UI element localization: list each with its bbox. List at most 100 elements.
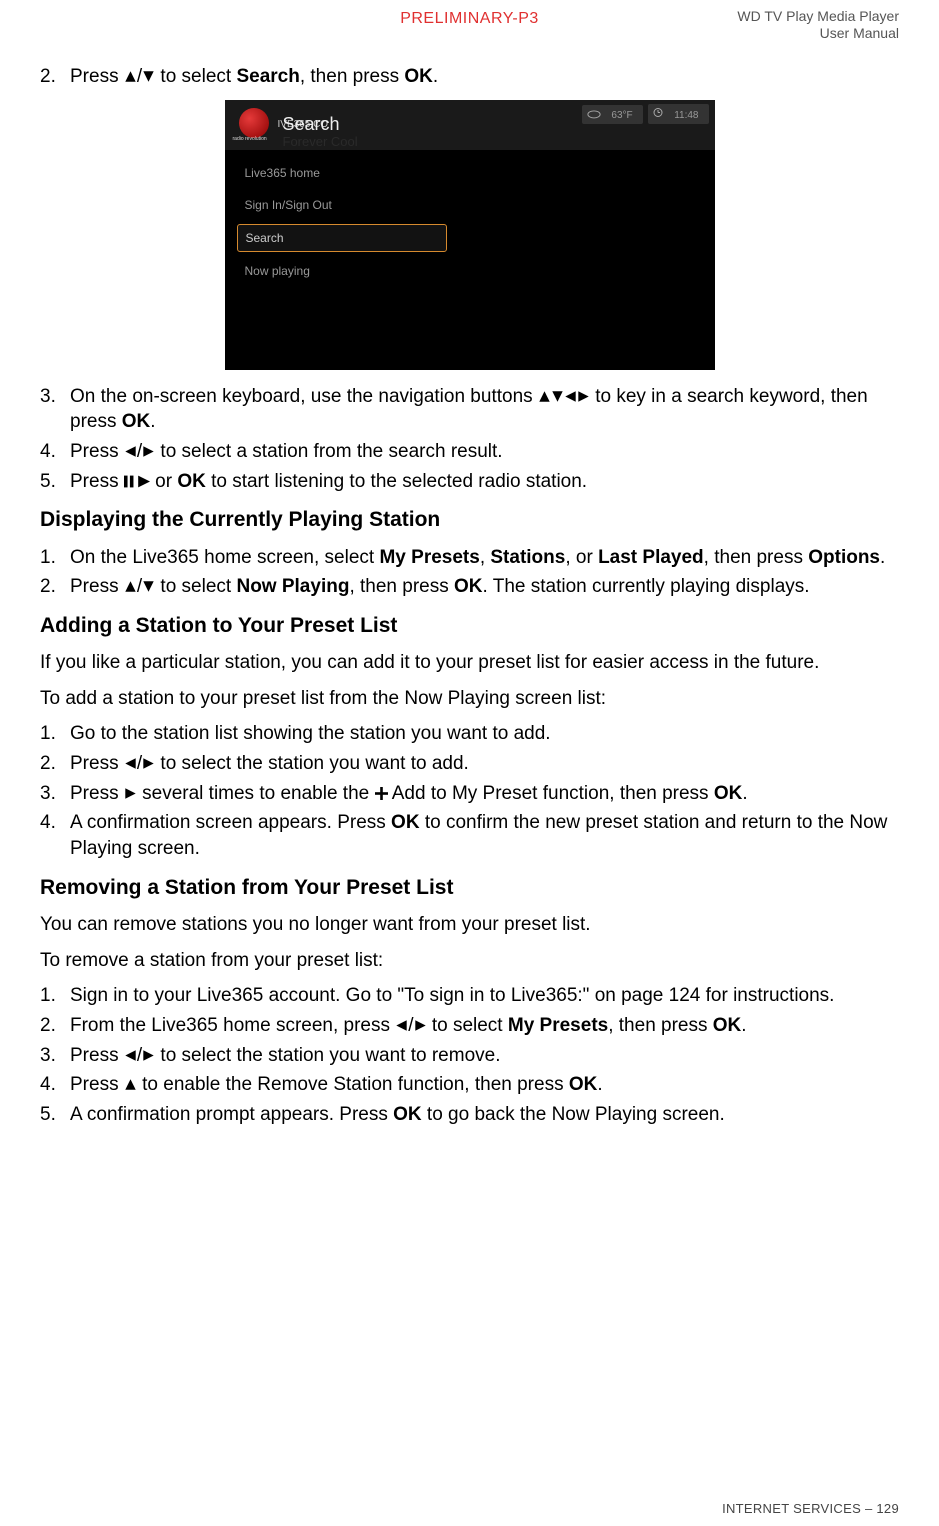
right-arrow-icon — [142, 1048, 155, 1063]
t: , then press — [349, 576, 454, 597]
down-arrow-icon — [142, 69, 155, 84]
section-heading-displaying: Displaying the Currently Playing Station — [40, 506, 899, 534]
weather-badge: 63°F — [582, 105, 643, 125]
status-bar: 63°F 11:48 — [579, 104, 709, 125]
t: On the Live365 home screen, select — [70, 547, 379, 568]
list-item: 5. A confirmation prompt appears. Press … — [40, 1102, 899, 1128]
time: 11:48 — [669, 108, 703, 124]
section-intro2: To remove a station from your preset lis… — [40, 948, 899, 974]
page-content: 2. Press / to select Search, then press … — [40, 64, 899, 1127]
list-item: 1. Go to the station list showing the st… — [40, 721, 899, 747]
step-list-top: 2. Press / to select Search, then press … — [40, 64, 899, 90]
t: , — [480, 547, 491, 568]
list-item: 2. Press / to select Search, then press … — [40, 64, 899, 90]
t: . — [597, 1074, 602, 1095]
plus-icon — [375, 786, 388, 801]
t: Last Played — [598, 547, 704, 568]
left-arrow-icon — [124, 756, 137, 771]
step-text: . — [150, 411, 155, 432]
t: . — [741, 1015, 746, 1036]
ok-label: OK — [714, 783, 743, 804]
screenshot-banner: radio revolution IVE365.CO Search Foreve… — [225, 100, 715, 150]
doc-title-line1: WD TV Play Media Player — [737, 8, 899, 24]
right-arrow-icon — [142, 756, 155, 771]
list-item: 3. Press / to select the station you wan… — [40, 1043, 899, 1069]
right-arrow-icon — [414, 1018, 427, 1033]
pause-play-icon — [124, 474, 150, 489]
step-marker: 2. — [40, 751, 56, 777]
section-a-list: 1. On the Live365 home screen, select My… — [40, 545, 899, 600]
t: A confirmation screen appears. Press — [70, 812, 391, 833]
list-item: 2. Press / to select the station you wan… — [40, 751, 899, 777]
section-heading-adding: Adding a Station to Your Preset List — [40, 612, 899, 640]
step-marker: 3. — [40, 384, 56, 410]
step-text: Press — [70, 441, 124, 462]
t: to select the station you want to remove… — [155, 1045, 500, 1066]
step-text-post: . — [433, 66, 438, 87]
step-marker: 4. — [40, 810, 56, 836]
menu-item[interactable]: Sign In/Sign Out — [237, 192, 447, 218]
time-badge: 11:48 — [648, 104, 708, 125]
embedded-screenshot: radio revolution IVE365.CO Search Foreve… — [225, 100, 715, 370]
step-text-search: Search — [236, 66, 299, 87]
live365-logo: radio revolution — [233, 108, 277, 141]
ok-label: OK — [393, 1104, 422, 1125]
t: to enable the Remove Station function, t… — [137, 1074, 569, 1095]
list-item: 2. From the Live365 home screen, press /… — [40, 1013, 899, 1039]
left-arrow-icon — [124, 1048, 137, 1063]
step-marker: 2. — [40, 1013, 56, 1039]
t: A confirmation prompt appears. Press — [70, 1104, 393, 1125]
step-marker: 3. — [40, 1043, 56, 1069]
right-arrow-icon — [577, 389, 590, 404]
ok-label: OK — [454, 576, 483, 597]
ok-label: OK — [177, 471, 206, 492]
section-heading-removing: Removing a Station from Your Preset List — [40, 874, 899, 902]
down-arrow-icon — [551, 389, 564, 404]
t: Add to My Preset function, then press — [388, 783, 714, 804]
t: Options — [808, 547, 880, 568]
t: Stations — [490, 547, 565, 568]
list-item: 1. Sign in to your Live365 account. Go t… — [40, 983, 899, 1009]
list-item: 4. A confirmation screen appears. Press … — [40, 810, 899, 861]
down-arrow-icon — [142, 579, 155, 594]
t: From the Live365 home screen, press — [70, 1015, 395, 1036]
t: to select — [155, 576, 236, 597]
t: . — [880, 547, 885, 568]
t: . — [742, 783, 747, 804]
ok-label: OK — [122, 411, 151, 432]
t: Go to the station list showing the stati… — [70, 723, 551, 744]
t: . The station currently playing displays… — [483, 576, 810, 597]
t: to select — [427, 1015, 508, 1036]
t: Sign in to your Live365 account. Go to "… — [70, 985, 834, 1006]
step-marker: 3. — [40, 781, 56, 807]
t: Now Playing — [236, 576, 349, 597]
t: , or — [565, 547, 598, 568]
t: to go back the Now Playing screen. — [422, 1104, 725, 1125]
page-number: 129 — [876, 1501, 899, 1516]
menu-item[interactable]: Now playing — [237, 258, 447, 284]
t: My Presets — [379, 547, 479, 568]
right-arrow-icon — [142, 444, 155, 459]
list-item: 3. On the on-screen keyboard, use the na… — [40, 384, 899, 435]
step-list-cont: 3. On the on-screen keyboard, use the na… — [40, 384, 899, 495]
up-arrow-icon — [124, 69, 137, 84]
doc-title: WD TV Play Media Player User Manual — [737, 8, 899, 42]
section-intro: You can remove stations you no longer wa… — [40, 912, 899, 938]
menu-item-highlighted[interactable]: Search — [237, 224, 447, 252]
screenshot-subtitle: Forever Cool — [283, 133, 358, 151]
list-item: 1. On the Live365 home screen, select My… — [40, 545, 899, 571]
t: , then press — [608, 1015, 713, 1036]
t: Press — [70, 576, 124, 597]
left-arrow-icon — [564, 389, 577, 404]
step-marker: 2. — [40, 574, 56, 600]
ok-label: OK — [713, 1015, 742, 1036]
t: to select the station you want to add. — [155, 753, 469, 774]
menu-item[interactable]: Live365 home — [237, 160, 447, 186]
section-b-list: 1. Go to the station list showing the st… — [40, 721, 899, 861]
doc-title-line2: User Manual — [820, 25, 899, 41]
cloud-icon — [587, 106, 601, 121]
t: Press — [70, 753, 124, 774]
ok-label: OK — [569, 1074, 598, 1095]
left-arrow-icon — [395, 1018, 408, 1033]
step-marker: 5. — [40, 1102, 56, 1128]
